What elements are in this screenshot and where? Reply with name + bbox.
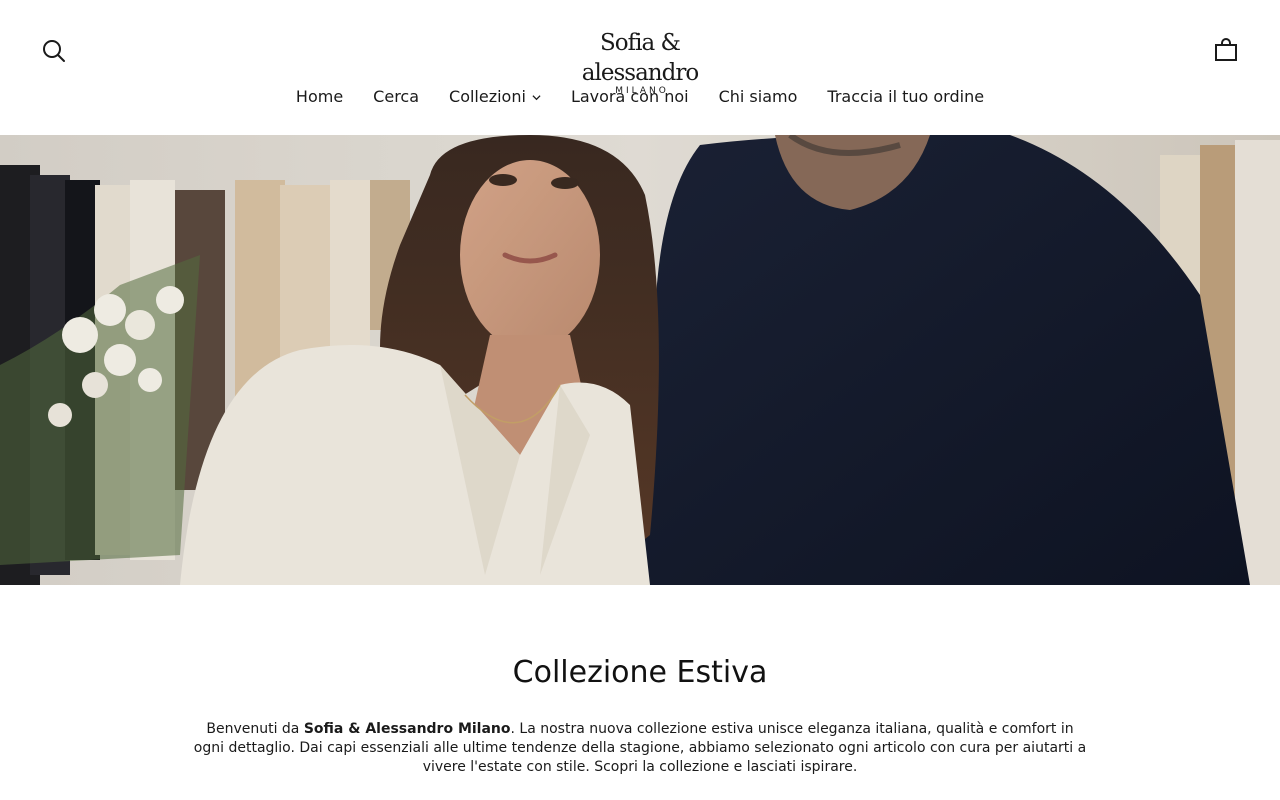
nav-label: Traccia il tuo ordine — [827, 87, 985, 106]
logo-wordmark: Sofia & alessandro — [581, 30, 699, 86]
section-title: Collezione Estiva — [512, 655, 768, 690]
site-header: Sofia & alessandro MILANO Home Cerca Col… — [0, 0, 1280, 135]
cart-button[interactable] — [1212, 36, 1240, 64]
hero-photo — [0, 135, 1280, 585]
main-navigation: Home Cerca Collezioni Lavora con noi Chi… — [0, 84, 1280, 110]
chevron-down-icon — [532, 94, 541, 100]
intro-brand: Sofia & Alessandro Milano — [303, 721, 511, 737]
nav-item-lavora-con-noi[interactable]: Lavora con noi — [556, 84, 704, 110]
nav-label: Cerca — [373, 87, 420, 106]
shopping-bag-icon — [1215, 38, 1237, 61]
nav-label: Collezioni — [449, 87, 526, 106]
nav-item-home[interactable]: Home — [281, 84, 358, 110]
nav-item-chi-siamo[interactable]: Chi siamo — [704, 84, 813, 110]
nav-label: Chi siamo — [718, 87, 798, 106]
search-icon — [43, 40, 65, 62]
search-button[interactable] — [40, 37, 68, 65]
nav-item-collezioni[interactable]: Collezioni — [434, 84, 556, 110]
nav-item-traccia-ordine[interactable]: Traccia il tuo ordine — [812, 84, 999, 110]
hero-image — [0, 135, 1280, 585]
nav-label: Lavora con noi — [570, 87, 689, 106]
intro-prefix: Benvenuti da — [206, 721, 304, 737]
brand-logo[interactable]: Sofia & alessandro MILANO — [540, 28, 740, 96]
nav-label: Home — [295, 87, 344, 106]
intro-paragraph: Benvenuti da Sofia & Alessandro Milano. … — [190, 720, 1090, 777]
nav-item-cerca[interactable]: Cerca — [358, 84, 434, 110]
